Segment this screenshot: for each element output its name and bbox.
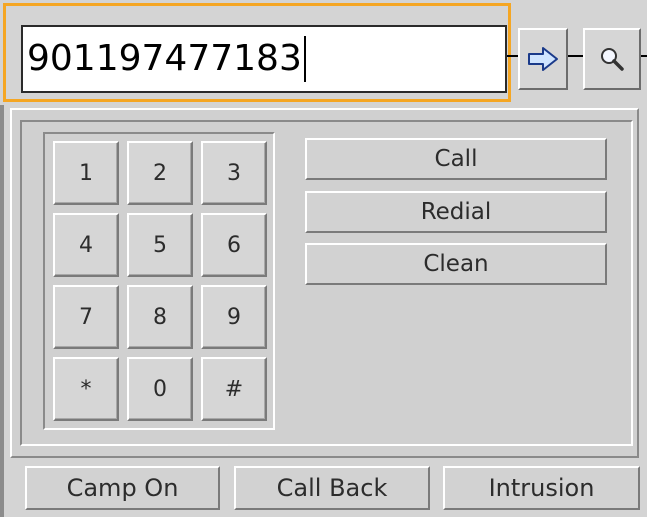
key-8[interactable]: 8	[127, 285, 193, 349]
camp-on-button[interactable]: Camp On	[25, 466, 220, 510]
key-6[interactable]: 6	[201, 213, 267, 277]
go-button[interactable]	[518, 28, 568, 90]
key-4[interactable]: 4	[53, 213, 119, 277]
magnifier-icon	[601, 48, 624, 71]
key-1[interactable]: 1	[53, 141, 119, 205]
key-3[interactable]: 3	[201, 141, 267, 205]
intrusion-button[interactable]: Intrusion	[443, 466, 640, 510]
clean-button[interactable]: Clean	[305, 243, 607, 285]
key-9[interactable]: 9	[201, 285, 267, 349]
key-7[interactable]: 7	[53, 285, 119, 349]
arrow-right-icon	[528, 47, 558, 71]
input-highlight-frame	[3, 3, 511, 102]
key-2[interactable]: 2	[127, 141, 193, 205]
redial-button[interactable]: Redial	[305, 191, 607, 233]
key-5[interactable]: 5	[127, 213, 193, 277]
search-button[interactable]	[583, 28, 641, 90]
key-0[interactable]: 0	[127, 357, 193, 421]
call-button[interactable]: Call	[305, 138, 607, 180]
call-back-button[interactable]: Call Back	[234, 466, 430, 510]
key-hash[interactable]: #	[201, 357, 267, 421]
key-star[interactable]: *	[53, 357, 119, 421]
